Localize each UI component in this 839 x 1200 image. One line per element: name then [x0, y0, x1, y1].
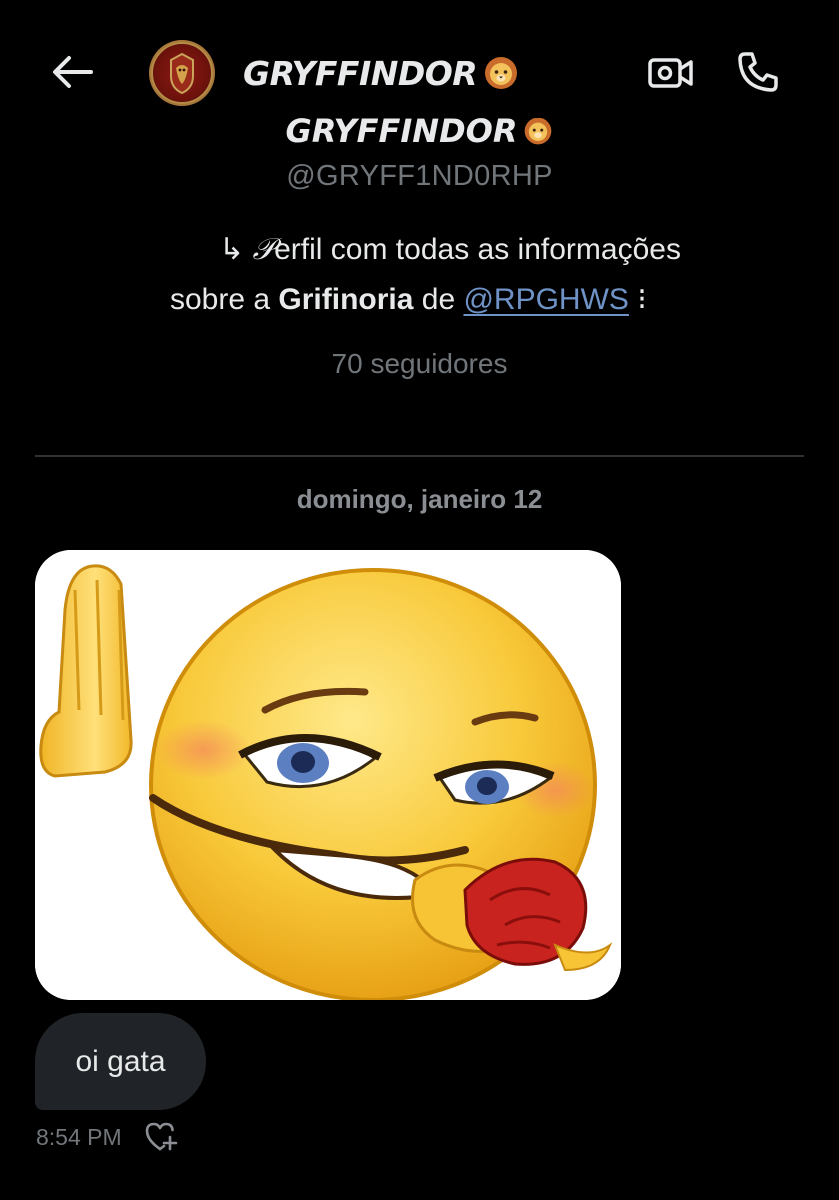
avatar[interactable] — [149, 40, 215, 106]
add-reaction-button[interactable] — [144, 1120, 178, 1154]
back-button[interactable] — [44, 48, 100, 96]
video-camera-icon — [648, 58, 693, 88]
emoji-meme-image — [35, 550, 621, 1000]
back-arrow-icon — [53, 56, 93, 88]
video-call-button[interactable] — [642, 48, 700, 98]
profile-name-text: GRYFFINDOR — [285, 118, 518, 150]
bio-suffix: ⁝ — [628, 283, 647, 316]
lion-emoji-icon — [483, 56, 519, 90]
bio-script-letter: 𝒫 — [252, 232, 275, 267]
voice-call-button[interactable] — [730, 46, 786, 98]
lion-emoji-icon — [523, 118, 553, 146]
profile-handle: @GRYFF1ND0RHP — [286, 160, 553, 192]
bio-arrow: ↳ — [219, 233, 245, 266]
bio-line-1-text: erfil com todas as informações — [274, 233, 681, 266]
heart-plus-icon — [145, 1122, 177, 1151]
followers-count[interactable]: 70 seguidores — [0, 348, 839, 380]
phone-icon — [738, 52, 778, 92]
date-separator: domingo, janeiro 12 — [296, 484, 543, 514]
bio-mid: de — [413, 283, 464, 316]
chat-title-text: GRYFFINDOR — [243, 53, 478, 93]
profile-name[interactable]: GRYFFINDOR — [0, 118, 839, 158]
message-bubble[interactable]: oi gata — [35, 1013, 206, 1110]
bio-line-1: ↳ 𝒫erfil com todas as informações — [60, 225, 779, 275]
gryffindor-crest-icon — [151, 42, 213, 104]
bio-line-2: sobre a Grifinoria de @RPGHWS ⁝ — [60, 275, 779, 325]
image-message[interactable] — [35, 550, 621, 1000]
chat-title[interactable]: GRYFFINDOR — [243, 50, 519, 96]
bio-prefix: sobre a — [170, 283, 279, 316]
bio-mention-link[interactable]: @RPGHWS — [463, 283, 628, 316]
message-meta: 8:54 PM — [36, 1120, 178, 1154]
divider — [35, 455, 804, 457]
profile-bio: ↳ 𝒫erfil com todas as informações sobre … — [60, 225, 779, 325]
bio-bold-house: Grifinoria — [278, 283, 414, 316]
message-timestamp: 8:54 PM — [36, 1123, 122, 1150]
